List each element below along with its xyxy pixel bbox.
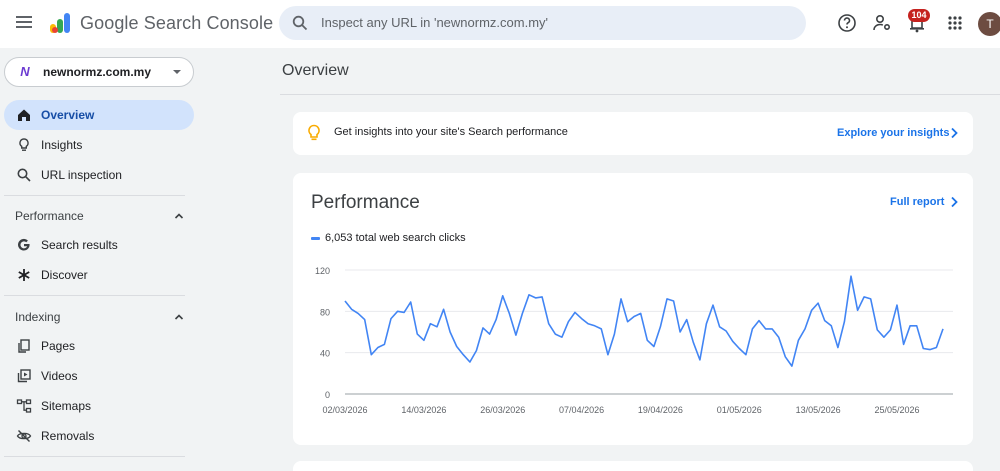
x-tick-label: 07/04/2026 bbox=[559, 405, 604, 415]
insights-banner: Get insights into your site's Search per… bbox=[293, 112, 973, 155]
sitemap-icon bbox=[16, 399, 32, 413]
asterisk-icon bbox=[18, 269, 30, 281]
chevron-right-icon[interactable] bbox=[949, 127, 959, 139]
home-icon bbox=[18, 109, 30, 121]
y-tick-label: 0 bbox=[325, 390, 330, 400]
sidebar-item-label: Removals bbox=[41, 429, 95, 443]
sidebar-item-discover[interactable]: Discover bbox=[4, 260, 194, 290]
x-tick-label: 01/05/2026 bbox=[717, 405, 762, 415]
video-library-icon bbox=[17, 369, 31, 383]
insights-banner-text: Get insights into your site's Search per… bbox=[334, 126, 568, 138]
sidebar-item-removals[interactable]: Removals bbox=[4, 421, 194, 451]
x-tick-label: 19/04/2026 bbox=[638, 405, 683, 415]
x-tick-label: 25/05/2026 bbox=[874, 405, 919, 415]
section-header-performance[interactable]: Performance bbox=[15, 209, 84, 223]
sidebar-divider bbox=[4, 295, 185, 296]
sidebar-item-label: Insights bbox=[41, 138, 83, 152]
search-input[interactable]: Inspect any URL in 'newnormz.com.my' bbox=[321, 15, 548, 30]
y-tick-label: 40 bbox=[320, 349, 330, 359]
x-tick-label: 26/03/2026 bbox=[480, 405, 525, 415]
sidebar-divider bbox=[4, 456, 185, 457]
x-tick-label: 13/05/2026 bbox=[796, 405, 841, 415]
property-name: newnormz.com.my bbox=[43, 65, 152, 79]
account-settings-icon[interactable] bbox=[871, 12, 893, 34]
sidebar-item-label: URL inspection bbox=[41, 168, 122, 182]
apps-grid-icon[interactable] bbox=[944, 12, 966, 34]
search-console-logo-icon[interactable] bbox=[48, 10, 74, 36]
next-card bbox=[293, 461, 973, 471]
sidebar-item-label: Discover bbox=[41, 268, 88, 282]
visibility-off-icon bbox=[16, 430, 32, 442]
sidebar-item-search-results[interactable]: Search results bbox=[4, 230, 194, 260]
product-name: Google Search Console bbox=[80, 13, 274, 33]
sidebar-item-videos[interactable]: Videos bbox=[4, 361, 194, 391]
lightbulb-icon bbox=[308, 124, 320, 141]
x-tick-label: 14/03/2026 bbox=[401, 405, 446, 415]
search-icon bbox=[292, 15, 308, 31]
sidebar-item-label: Sitemaps bbox=[41, 399, 92, 413]
sidebar-item-url-inspection[interactable]: URL inspection bbox=[4, 160, 194, 190]
chevron-up-icon[interactable] bbox=[174, 312, 184, 322]
help-icon[interactable] bbox=[836, 12, 858, 34]
page-title: Overview bbox=[282, 62, 349, 79]
sidebar-item-label: Search results bbox=[41, 238, 118, 252]
url-inspection-search[interactable]: Inspect any URL in 'newnormz.com.my' bbox=[279, 6, 806, 40]
sidebar-item-label: Overview bbox=[41, 108, 95, 122]
dropdown-caret-icon bbox=[173, 70, 181, 74]
title-divider bbox=[280, 94, 1000, 95]
sidebar-item-insights[interactable]: Insights bbox=[4, 130, 194, 160]
search-icon bbox=[17, 168, 31, 182]
lightbulb-icon bbox=[19, 138, 29, 151]
sidebar-divider bbox=[4, 195, 185, 196]
sidebar-item-pages[interactable]: Pages bbox=[4, 331, 194, 361]
pages-icon bbox=[18, 339, 30, 353]
performance-card: Performance Full report 6,053 total web … bbox=[293, 173, 973, 445]
hamburger-menu-icon[interactable] bbox=[14, 12, 34, 32]
top-app-bar: Google Search Console Inspect any URL in… bbox=[0, 0, 1000, 48]
account-avatar[interactable]: T bbox=[978, 12, 1000, 36]
sidebar-item-overview[interactable]: Overview bbox=[4, 100, 194, 130]
x-tick-label: 02/03/2026 bbox=[322, 405, 367, 415]
sidebar-item-label: Pages bbox=[41, 339, 76, 353]
performance-chart[interactable]: 120 80 40 0 02/03/2026 14/03/2026 26/03/2026 07… bbox=[293, 173, 973, 445]
google-g-icon bbox=[18, 238, 30, 251]
property-selector[interactable]: N newnormz.com.my bbox=[4, 57, 194, 87]
sidebar-item-label: Videos bbox=[41, 369, 78, 383]
sidebar-item-sitemaps[interactable]: Sitemaps bbox=[4, 391, 194, 421]
y-tick-label: 80 bbox=[320, 307, 330, 317]
y-tick-label: 120 bbox=[315, 266, 330, 276]
property-favicon-icon: N bbox=[17, 64, 33, 80]
section-header-indexing[interactable]: Indexing bbox=[15, 310, 60, 324]
sidebar: N newnormz.com.my Overview Insights URL … bbox=[0, 48, 200, 465]
chevron-up-icon[interactable] bbox=[174, 211, 184, 221]
explore-insights-link[interactable]: Explore your insights bbox=[837, 127, 949, 139]
notification-count-badge: 104 bbox=[908, 9, 930, 22]
